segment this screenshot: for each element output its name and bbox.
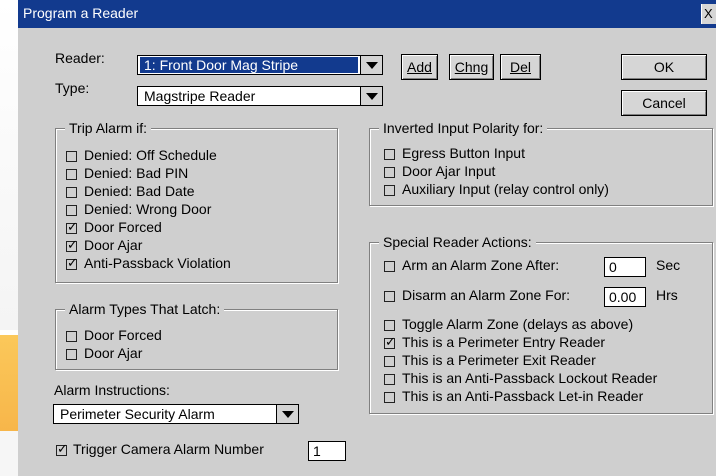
trip-alarm-item-label: Door Forced: [84, 219, 162, 235]
special-action-item-label: This is an Anti-Passback Lockout Reader: [402, 370, 658, 386]
trip-alarm-item-label: Denied: Bad PIN: [84, 165, 189, 181]
reader-select-value: 1: Front Door Mag Stripe: [140, 57, 358, 73]
change-button-label: Chng: [454, 59, 489, 75]
arm-zone-unit: Sec: [656, 257, 681, 273]
disarm-zone-input[interactable]: 0.00: [604, 287, 646, 307]
inverted-item-checkbox[interactable]: [384, 167, 395, 178]
trip-alarm-title: Trip Alarm if:: [65, 120, 152, 136]
change-button[interactable]: Chng: [449, 54, 494, 80]
trip-alarm-item-checkbox[interactable]: [66, 151, 77, 162]
delete-button-label: Del: [509, 59, 531, 75]
special-action-item-checkbox[interactable]: [384, 320, 395, 331]
trip-alarm-item-label: Denied: Bad Date: [84, 183, 195, 199]
chevron-down-icon[interactable]: [360, 56, 382, 74]
latch-item-label: Door Ajar: [84, 345, 143, 361]
cancel-button[interactable]: Cancel: [621, 90, 707, 116]
trip-alarm-item-label: Door Ajar: [84, 237, 143, 253]
trip-alarm-item-checkbox[interactable]: [66, 205, 77, 216]
arm-zone-input[interactable]: 0: [604, 257, 646, 277]
inverted-item-checkbox[interactable]: [384, 185, 395, 196]
inverted-item-label: Auxiliary Input (relay control only): [402, 181, 609, 197]
disarm-zone-unit: Hrs: [656, 287, 678, 303]
latch-item-label: Door Forced: [84, 327, 162, 343]
disarm-zone-checkbox[interactable]: [384, 291, 395, 302]
window-title: Program a Reader: [23, 5, 139, 21]
reader-label: Reader:: [55, 50, 105, 66]
orange-accent-strip: [0, 335, 18, 431]
inverted-item-checkbox[interactable]: [384, 149, 395, 160]
chevron-down-icon[interactable]: [360, 87, 382, 105]
special-action-item-checkbox[interactable]: [384, 374, 395, 385]
trip-alarm-item-checkbox[interactable]: [66, 255, 78, 273]
alarm-instructions-select[interactable]: Perimeter Security Alarm: [53, 404, 299, 424]
special-action-item-label: This is a Perimeter Entry Reader: [402, 334, 606, 350]
trip-alarm-item-label: Anti-Passback Violation: [84, 255, 231, 271]
latch-item-checkbox[interactable]: [66, 349, 77, 360]
background-strip: [0, 0, 18, 330]
special-action-item-checkbox[interactable]: [384, 392, 395, 403]
special-action-item-label: This is a Perimeter Exit Reader: [402, 352, 596, 368]
trigger-camera-checkbox[interactable]: [56, 441, 68, 459]
program-reader-dialog: Program a Reader X Reader: 1: Front Door…: [18, 0, 716, 476]
close-icon[interactable]: X: [701, 4, 716, 24]
chevron-down-icon[interactable]: [276, 405, 298, 423]
trip-alarm-item-checkbox[interactable]: [66, 237, 78, 255]
ok-button[interactable]: OK: [621, 54, 707, 80]
alarm-instructions-label: Alarm Instructions:: [54, 382, 170, 398]
trip-alarm-item-checkbox[interactable]: [66, 219, 78, 237]
inverted-item-label: Door Ajar Input: [402, 163, 496, 179]
trip-alarm-item-label: Denied: Wrong Door: [84, 201, 212, 217]
type-select-value: Magstripe Reader: [144, 88, 256, 104]
special-action-item-label: This is an Anti-Passback Let-in Reader: [402, 388, 644, 404]
trigger-camera-label: Trigger Camera Alarm Number: [73, 441, 264, 457]
add-button-label: Add: [407, 59, 432, 75]
special-action-item-checkbox[interactable]: [384, 356, 395, 367]
trip-alarm-item-label: Denied: Off Schedule: [84, 147, 217, 163]
inverted-item-label: Egress Button Input: [402, 145, 525, 161]
background-strip-bottom: [0, 431, 18, 476]
arm-zone-checkbox[interactable]: [384, 261, 395, 272]
special-actions-title: Special Reader Actions:: [379, 234, 536, 250]
special-action-item-checkbox[interactable]: [384, 334, 396, 352]
arm-zone-label: Arm an Alarm Zone After:: [402, 257, 560, 273]
trip-alarm-item-checkbox[interactable]: [66, 169, 77, 180]
type-label: Type:: [55, 80, 90, 96]
camera-number-input[interactable]: 1: [308, 441, 346, 461]
trip-alarm-item-checkbox[interactable]: [66, 187, 77, 198]
alarm-latch-title: Alarm Types That Latch:: [65, 301, 225, 317]
reader-select[interactable]: 1: Front Door Mag Stripe: [137, 55, 383, 75]
title-bar: Program a Reader X: [18, 0, 716, 28]
disarm-zone-label: Disarm an Alarm Zone For:: [402, 287, 571, 303]
alarm-instructions-value: Perimeter Security Alarm: [60, 406, 215, 422]
type-select[interactable]: Magstripe Reader: [137, 86, 383, 106]
latch-item-checkbox[interactable]: [66, 331, 77, 342]
add-button[interactable]: Add: [401, 54, 438, 80]
special-action-item-label: Toggle Alarm Zone (delays as above): [402, 316, 634, 332]
inverted-polarity-title: Inverted Input Polarity for:: [379, 120, 548, 136]
delete-button[interactable]: Del: [500, 54, 541, 80]
